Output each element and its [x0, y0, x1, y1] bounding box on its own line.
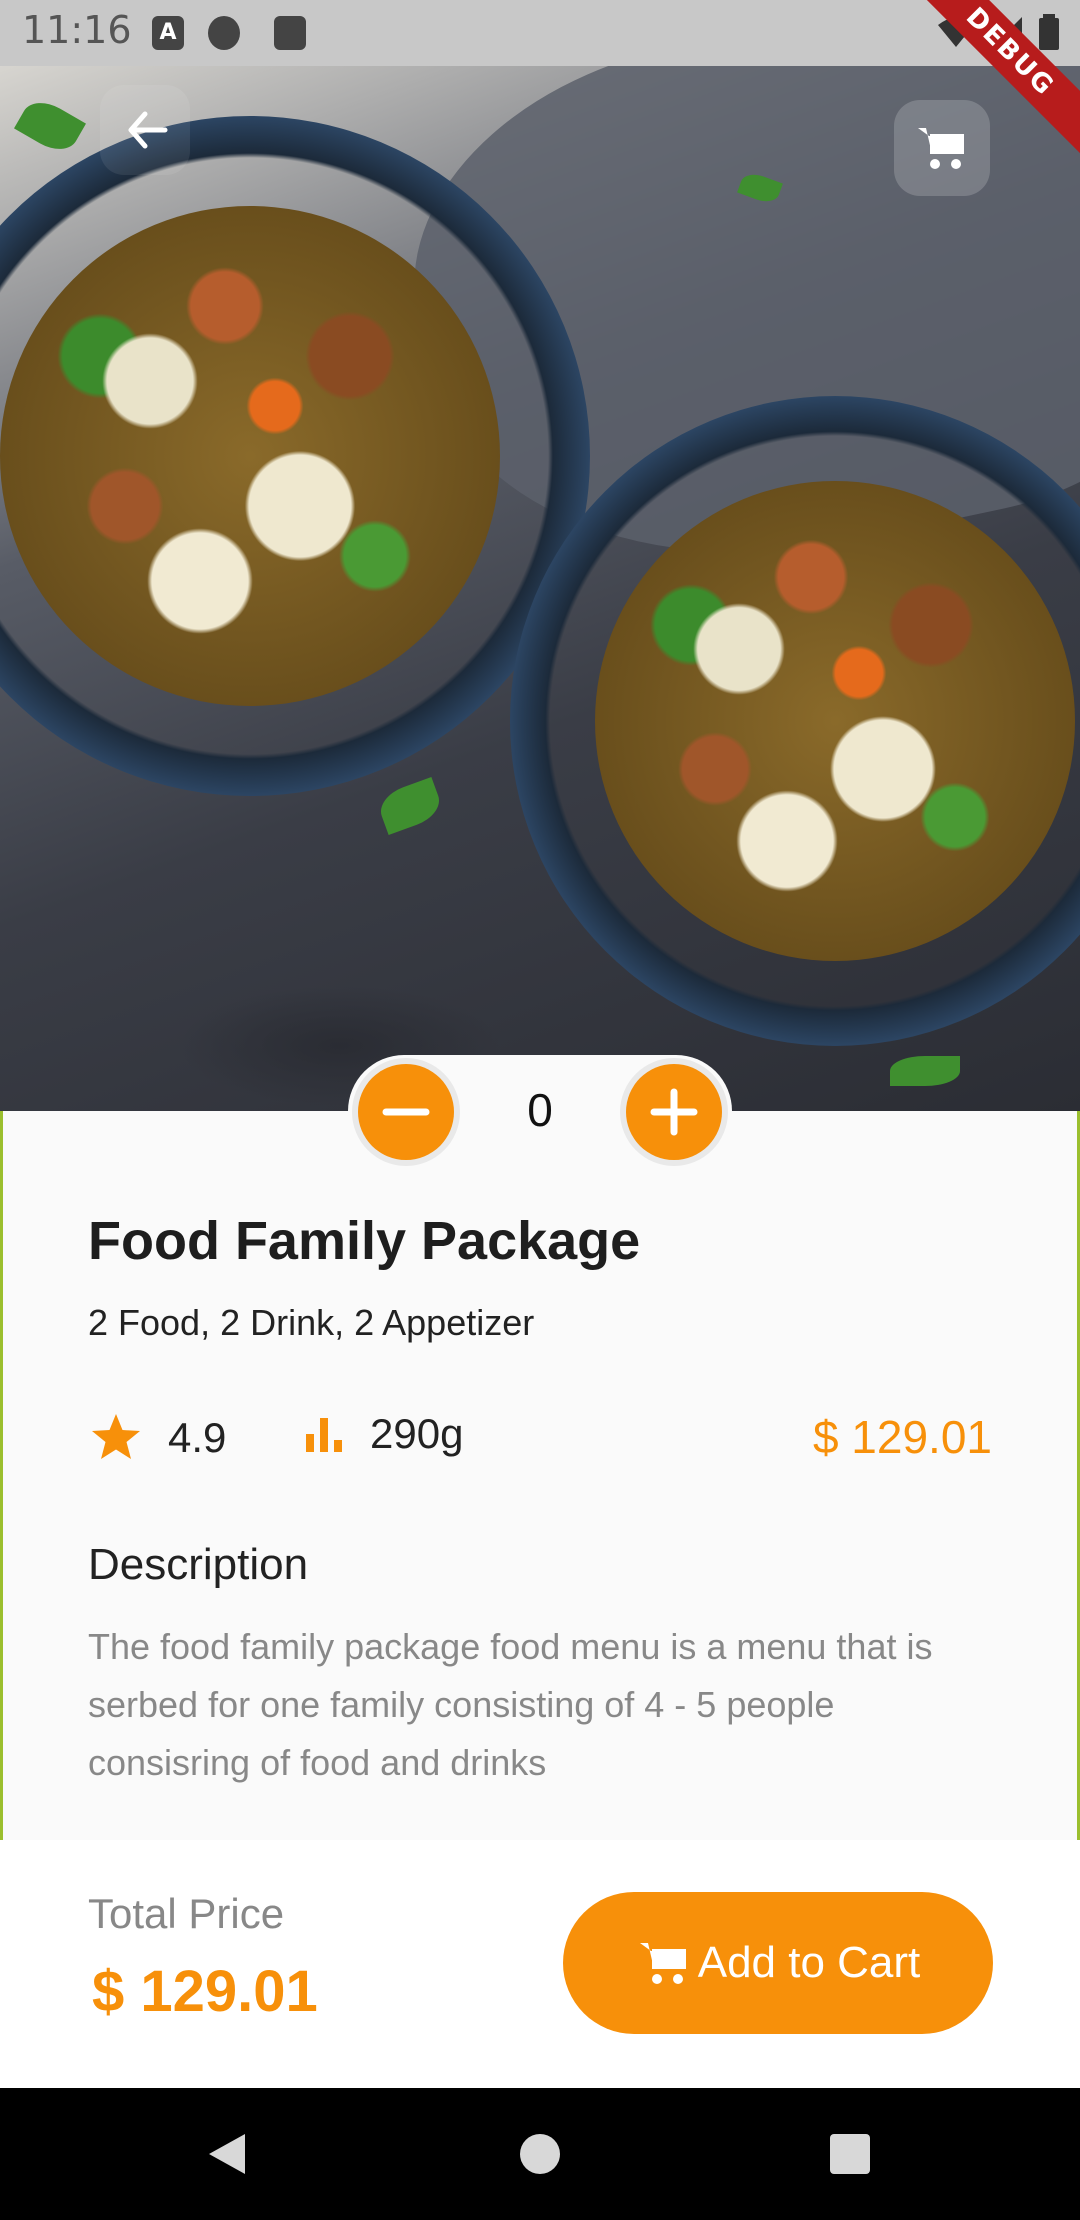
nav-recents-icon[interactable] [830, 2134, 870, 2174]
back-button[interactable] [100, 85, 190, 175]
product-price: $ 129.01 [812, 1411, 992, 1463]
arrow-left-icon [128, 111, 168, 149]
description-heading: Description [88, 1540, 309, 1589]
app-screen: 11:16 A DEBUG 0 Food Family Package 2 Fo… [0, 0, 1080, 2088]
quantity-stepper: 0 [348, 1055, 732, 1167]
bar-chart-icon [306, 1418, 342, 1452]
checkout-bar: Total Price $ 129.01 Add to Cart [0, 1840, 1080, 2088]
status-time: 11:16 [22, 8, 132, 52]
nav-back-icon[interactable] [205, 2132, 249, 2176]
cart-icon [918, 128, 964, 169]
status-bar: 11:16 A [0, 0, 1080, 66]
add-to-cart-button[interactable]: Add to Cart [563, 1892, 993, 2034]
a-icon: A [152, 16, 184, 50]
weight-value: 290g [370, 1410, 464, 1457]
product-details: Food Family Package 2 Food, 2 Drink, 2 A… [88, 1210, 992, 1783]
description-text: The food family package food menu is a m… [88, 1626, 933, 1783]
total-price-value: $ 129.01 [92, 1959, 318, 2024]
nav-home-icon[interactable] [520, 2134, 560, 2174]
product-title: Food Family Package [88, 1211, 641, 1271]
rating-value: 4.9 [168, 1414, 227, 1461]
sd-card-icon [274, 16, 306, 50]
add-to-cart-label: Add to Cart [697, 1938, 921, 1987]
moon-icon [208, 16, 240, 50]
total-price-label: Total Price [88, 1890, 285, 1937]
product-subtitle: 2 Food, 2 Drink, 2 Appetizer [88, 1302, 535, 1343]
star-icon [92, 1414, 140, 1459]
product-stats: 4.9 290g $ 129.01 [88, 1410, 992, 1470]
system-nav-bar [0, 2088, 1080, 2220]
plus-icon [650, 1088, 698, 1136]
cart-icon [639, 1943, 686, 1984]
food-hero-image [0, 66, 1080, 1111]
battery-icon [1039, 14, 1059, 50]
increase-quantity-button[interactable] [626, 1064, 722, 1160]
weight-stat: 290g [302, 1410, 463, 1458]
cart-button[interactable] [894, 100, 990, 196]
rating-stat: 4.9 [88, 1410, 226, 1466]
